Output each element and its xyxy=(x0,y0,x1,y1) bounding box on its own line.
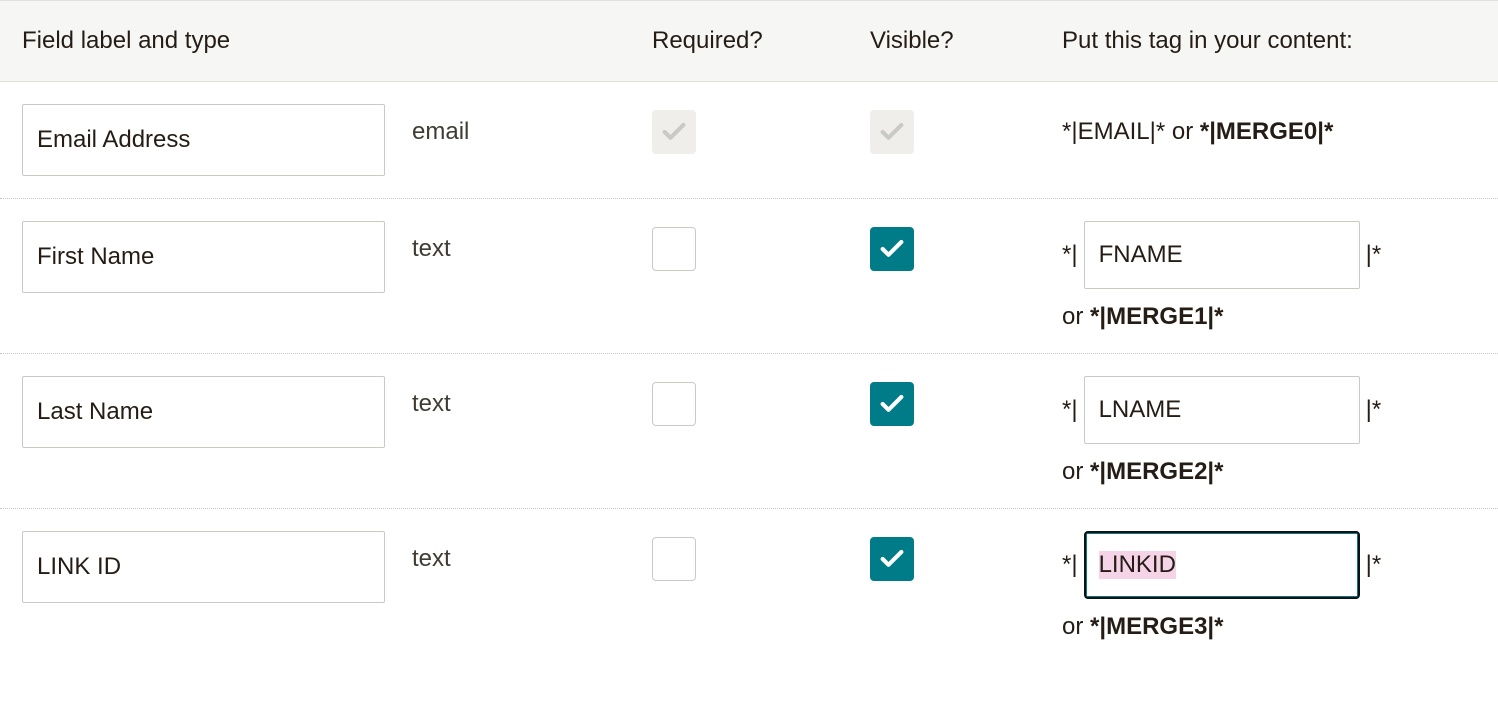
table-body: email *|EMAIL|* or *|MERGE0|* text *| |* or *… xyxy=(0,82,1498,663)
merge-tag-input[interactable] xyxy=(1084,376,1360,444)
check-icon xyxy=(878,118,906,146)
field-type-label: text xyxy=(412,531,652,573)
merge-tag-alt: or *|MERGE1|* xyxy=(1062,303,1498,331)
field-label-input[interactable] xyxy=(22,376,385,448)
merge-tag-suffix: |* xyxy=(1366,531,1382,599)
merge-tag-cell: *| |* or *|MERGE3|* xyxy=(1062,531,1498,641)
check-icon xyxy=(878,545,906,573)
visible-checkbox xyxy=(870,110,914,154)
table-row: email *|EMAIL|* or *|MERGE0|* xyxy=(0,82,1498,199)
header-required: Required? xyxy=(652,27,870,55)
required-checkbox[interactable] xyxy=(652,227,696,271)
visible-checkbox[interactable] xyxy=(870,537,914,581)
required-checkbox[interactable] xyxy=(652,537,696,581)
table-row: text *| |* or *|MERGE2|* xyxy=(0,354,1498,509)
field-label-input[interactable] xyxy=(22,104,385,176)
check-icon xyxy=(878,235,906,263)
merge-tag-alt: or *|MERGE3|* xyxy=(1062,613,1498,641)
merge-tag-cell: *| |* or *|MERGE1|* xyxy=(1062,221,1498,331)
field-label-input[interactable] xyxy=(22,221,385,293)
merge-tag-cell: *|EMAIL|* or *|MERGE0|* xyxy=(1062,104,1498,146)
header-tag: Put this tag in your content: xyxy=(1062,27,1498,55)
merge-tag-suffix: |* xyxy=(1366,376,1382,444)
required-checkbox[interactable] xyxy=(652,382,696,426)
visible-checkbox[interactable] xyxy=(870,227,914,271)
merge-tag-suffix: |* xyxy=(1366,221,1382,289)
table-header-row: Field label and type Required? Visible? … xyxy=(0,0,1498,82)
merge-tag-alt: or *|MERGE2|* xyxy=(1062,458,1498,486)
merge-tag-prefix: *| xyxy=(1062,221,1078,289)
merge-tag-prefix: *| xyxy=(1062,376,1078,444)
header-visible: Visible? xyxy=(870,27,1062,55)
merge-tag-prefix: *| xyxy=(1062,531,1078,599)
merge-tag-input[interactable] xyxy=(1084,531,1360,599)
required-checkbox xyxy=(652,110,696,154)
table-row: text *| |* or *|MERGE3|* xyxy=(0,509,1498,663)
check-icon xyxy=(660,118,688,146)
table-row: text *| |* or *|MERGE1|* xyxy=(0,199,1498,354)
header-type-spacer xyxy=(412,27,652,55)
field-type-label: text xyxy=(412,221,652,263)
header-field-label: Field label and type xyxy=(22,27,412,55)
merge-tag-static: *|EMAIL|* or *|MERGE0|* xyxy=(1062,118,1333,145)
visible-checkbox[interactable] xyxy=(870,382,914,426)
merge-fields-table: Field label and type Required? Visible? … xyxy=(0,0,1498,663)
field-label-input[interactable] xyxy=(22,531,385,603)
check-icon xyxy=(878,390,906,418)
merge-tag-cell: *| |* or *|MERGE2|* xyxy=(1062,376,1498,486)
field-type-label: email xyxy=(412,104,652,146)
field-type-label: text xyxy=(412,376,652,418)
merge-tag-input[interactable] xyxy=(1084,221,1360,289)
